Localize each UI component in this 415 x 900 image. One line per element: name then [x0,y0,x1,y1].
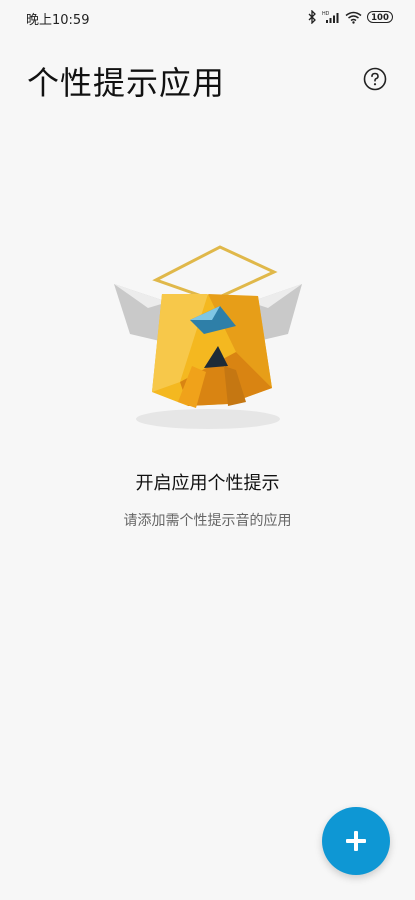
battery-icon: 100 [367,11,393,23]
status-time: 晚上10:59 [26,13,90,28]
status-icons: HD 100 [308,8,393,26]
help-button[interactable] [363,67,387,91]
add-app-button[interactable] [322,807,390,875]
signal-icon: HD [322,10,340,24]
empty-state-title: 开启应用个性提示 [135,473,280,494]
screen: 晚上10:59 HD 100 个性提示应用 开启应用个性提示 请添加需个性提示音… [0,0,415,900]
plus-icon [346,831,366,851]
angel-mascot-illustration [108,242,308,442]
status-bar: 晚上10:59 HD 100 [0,0,415,36]
page-title: 个性提示应用 [27,64,226,102]
empty-state-subtitle: 请添加需个性提示音的应用 [123,513,292,529]
wifi-icon [345,11,362,24]
bluetooth-icon [308,10,317,24]
svg-text:HD: HD [322,11,330,17]
help-circle-icon [363,67,387,91]
